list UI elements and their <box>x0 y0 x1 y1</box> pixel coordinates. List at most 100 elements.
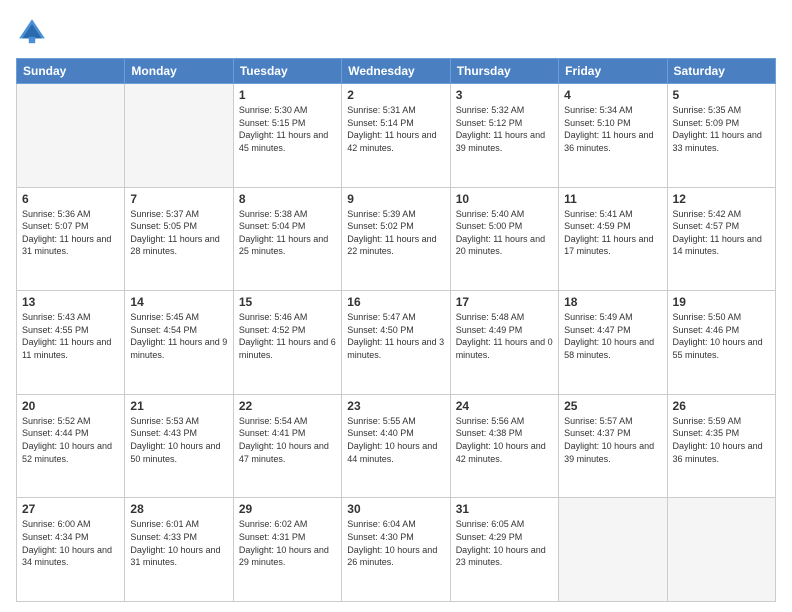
day-header-saturday: Saturday <box>667 59 775 84</box>
calendar-week-row: 13 Sunrise: 5:43 AM Sunset: 4:55 PM Dayli… <box>17 291 776 395</box>
day-info: Sunrise: 5:32 AM Sunset: 5:12 PM Dayligh… <box>456 104 553 154</box>
day-info: Sunrise: 5:30 AM Sunset: 5:15 PM Dayligh… <box>239 104 336 154</box>
calendar-cell: 17 Sunrise: 5:48 AM Sunset: 4:49 PM Dayli… <box>450 291 558 395</box>
day-number: 23 <box>347 399 444 413</box>
day-info: Sunrise: 5:38 AM Sunset: 5:04 PM Dayligh… <box>239 208 336 258</box>
logo-icon <box>16 16 48 48</box>
day-header-tuesday: Tuesday <box>233 59 341 84</box>
day-info: Sunrise: 5:47 AM Sunset: 4:50 PM Dayligh… <box>347 311 444 361</box>
day-number: 16 <box>347 295 444 309</box>
day-number: 14 <box>130 295 227 309</box>
day-info: Sunrise: 5:39 AM Sunset: 5:02 PM Dayligh… <box>347 208 444 258</box>
day-number: 25 <box>564 399 661 413</box>
calendar-cell: 3 Sunrise: 5:32 AM Sunset: 5:12 PM Daylig… <box>450 84 558 188</box>
day-number: 15 <box>239 295 336 309</box>
day-info: Sunrise: 6:05 AM Sunset: 4:29 PM Dayligh… <box>456 518 553 568</box>
day-info: Sunrise: 5:59 AM Sunset: 4:35 PM Dayligh… <box>673 415 770 465</box>
calendar-header-row: SundayMondayTuesdayWednesdayThursdayFrid… <box>17 59 776 84</box>
day-info: Sunrise: 5:53 AM Sunset: 4:43 PM Dayligh… <box>130 415 227 465</box>
calendar-cell: 29 Sunrise: 6:02 AM Sunset: 4:31 PM Dayli… <box>233 498 341 602</box>
calendar-cell: 8 Sunrise: 5:38 AM Sunset: 5:04 PM Daylig… <box>233 187 341 291</box>
day-number: 29 <box>239 502 336 516</box>
calendar-cell: 24 Sunrise: 5:56 AM Sunset: 4:38 PM Dayli… <box>450 394 558 498</box>
calendar-week-row: 1 Sunrise: 5:30 AM Sunset: 5:15 PM Daylig… <box>17 84 776 188</box>
calendar-cell: 19 Sunrise: 5:50 AM Sunset: 4:46 PM Dayli… <box>667 291 775 395</box>
day-number: 9 <box>347 192 444 206</box>
day-number: 4 <box>564 88 661 102</box>
day-info: Sunrise: 5:48 AM Sunset: 4:49 PM Dayligh… <box>456 311 553 361</box>
calendar-cell: 22 Sunrise: 5:54 AM Sunset: 4:41 PM Dayli… <box>233 394 341 498</box>
calendar-cell: 15 Sunrise: 5:46 AM Sunset: 4:52 PM Dayli… <box>233 291 341 395</box>
calendar-cell: 12 Sunrise: 5:42 AM Sunset: 4:57 PM Dayli… <box>667 187 775 291</box>
day-header-wednesday: Wednesday <box>342 59 450 84</box>
day-number: 19 <box>673 295 770 309</box>
day-number: 3 <box>456 88 553 102</box>
calendar-cell: 18Sunrise: 5:49 AM Sunset: 4:47 PM Dayli… <box>559 291 667 395</box>
day-info: Sunrise: 5:54 AM Sunset: 4:41 PM Dayligh… <box>239 415 336 465</box>
day-number: 31 <box>456 502 553 516</box>
day-header-thursday: Thursday <box>450 59 558 84</box>
day-number: 5 <box>673 88 770 102</box>
day-number: 27 <box>22 502 119 516</box>
day-info: Sunrise: 5:56 AM Sunset: 4:38 PM Dayligh… <box>456 415 553 465</box>
header <box>16 16 776 48</box>
calendar-cell <box>17 84 125 188</box>
calendar-cell: 16 Sunrise: 5:47 AM Sunset: 4:50 PM Dayli… <box>342 291 450 395</box>
day-number: 21 <box>130 399 227 413</box>
day-number: 11 <box>564 192 661 206</box>
day-number: 13 <box>22 295 119 309</box>
day-number: 10 <box>456 192 553 206</box>
day-info: Sunrise: 5:43 AM Sunset: 4:55 PM Dayligh… <box>22 311 119 361</box>
day-info: Sunrise: 5:55 AM Sunset: 4:40 PM Dayligh… <box>347 415 444 465</box>
day-number: 17 <box>456 295 553 309</box>
day-info: Sunrise: 5:37 AM Sunset: 5:05 PM Dayligh… <box>130 208 227 258</box>
day-number: 22 <box>239 399 336 413</box>
page: SundayMondayTuesdayWednesdayThursdayFrid… <box>0 0 792 612</box>
day-number: 24 <box>456 399 553 413</box>
day-info: Sunrise: 5:42 AM Sunset: 4:57 PM Dayligh… <box>673 208 770 258</box>
day-number: 12 <box>673 192 770 206</box>
calendar-week-row: 6 Sunrise: 5:36 AM Sunset: 5:07 PM Daylig… <box>17 187 776 291</box>
day-number: 28 <box>130 502 227 516</box>
calendar-cell <box>125 84 233 188</box>
day-info: Sunrise: 6:04 AM Sunset: 4:30 PM Dayligh… <box>347 518 444 568</box>
day-info: Sunrise: 5:34 AM Sunset: 5:10 PM Dayligh… <box>564 104 661 154</box>
calendar-cell: 25 Sunrise: 5:57 AM Sunset: 4:37 PM Dayli… <box>559 394 667 498</box>
day-info: Sunrise: 6:00 AM Sunset: 4:34 PM Dayligh… <box>22 518 119 568</box>
calendar-cell: 13 Sunrise: 5:43 AM Sunset: 4:55 PM Dayli… <box>17 291 125 395</box>
day-info: Sunrise: 5:57 AM Sunset: 4:37 PM Dayligh… <box>564 415 661 465</box>
day-info: Sunrise: 5:49 AM Sunset: 4:47 PM Dayligh… <box>564 311 661 361</box>
calendar-cell: 27 Sunrise: 6:00 AM Sunset: 4:34 PM Dayli… <box>17 498 125 602</box>
calendar-cell: 21 Sunrise: 5:53 AM Sunset: 4:43 PM Dayli… <box>125 394 233 498</box>
day-number: 1 <box>239 88 336 102</box>
day-info: Sunrise: 5:46 AM Sunset: 4:52 PM Dayligh… <box>239 311 336 361</box>
calendar-cell: 28Sunrise: 6:01 AM Sunset: 4:33 PM Dayli… <box>125 498 233 602</box>
day-number: 7 <box>130 192 227 206</box>
calendar-cell: 20Sunrise: 5:52 AM Sunset: 4:44 PM Dayli… <box>17 394 125 498</box>
day-info: Sunrise: 5:35 AM Sunset: 5:09 PM Dayligh… <box>673 104 770 154</box>
calendar-table: SundayMondayTuesdayWednesdayThursdayFrid… <box>16 58 776 602</box>
day-header-friday: Friday <box>559 59 667 84</box>
day-info: Sunrise: 5:31 AM Sunset: 5:14 PM Dayligh… <box>347 104 444 154</box>
calendar-cell: 1 Sunrise: 5:30 AM Sunset: 5:15 PM Daylig… <box>233 84 341 188</box>
day-info: Sunrise: 5:45 AM Sunset: 4:54 PM Dayligh… <box>130 311 227 361</box>
calendar-cell: 26Sunrise: 5:59 AM Sunset: 4:35 PM Dayli… <box>667 394 775 498</box>
calendar-week-row: 20Sunrise: 5:52 AM Sunset: 4:44 PM Dayli… <box>17 394 776 498</box>
calendar-cell: 2 Sunrise: 5:31 AM Sunset: 5:14 PM Daylig… <box>342 84 450 188</box>
calendar-cell <box>559 498 667 602</box>
day-info: Sunrise: 5:40 AM Sunset: 5:00 PM Dayligh… <box>456 208 553 258</box>
day-number: 2 <box>347 88 444 102</box>
day-number: 6 <box>22 192 119 206</box>
calendar-cell: 5 Sunrise: 5:35 AM Sunset: 5:09 PM Daylig… <box>667 84 775 188</box>
calendar-week-row: 27 Sunrise: 6:00 AM Sunset: 4:34 PM Dayli… <box>17 498 776 602</box>
calendar-cell: 23 Sunrise: 5:55 AM Sunset: 4:40 PM Dayli… <box>342 394 450 498</box>
day-info: Sunrise: 6:02 AM Sunset: 4:31 PM Dayligh… <box>239 518 336 568</box>
day-info: Sunrise: 5:52 AM Sunset: 4:44 PM Dayligh… <box>22 415 119 465</box>
calendar-cell: 30 Sunrise: 6:04 AM Sunset: 4:30 PM Dayli… <box>342 498 450 602</box>
day-number: 30 <box>347 502 444 516</box>
day-number: 8 <box>239 192 336 206</box>
day-header-monday: Monday <box>125 59 233 84</box>
day-info: Sunrise: 5:36 AM Sunset: 5:07 PM Dayligh… <box>22 208 119 258</box>
day-info: Sunrise: 5:50 AM Sunset: 4:46 PM Dayligh… <box>673 311 770 361</box>
calendar-cell: 7 Sunrise: 5:37 AM Sunset: 5:05 PM Daylig… <box>125 187 233 291</box>
